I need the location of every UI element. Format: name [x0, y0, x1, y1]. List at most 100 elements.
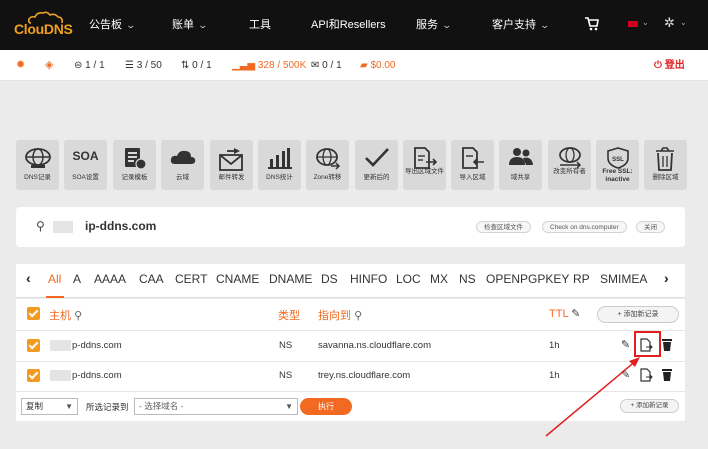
- globe-transfer-icon: [316, 148, 341, 170]
- logout-button[interactable]: ⏻ 登出: [654, 50, 685, 81]
- export-file-icon: [414, 147, 438, 169]
- nav-support[interactable]: 客户支持 ⌄: [492, 0, 551, 50]
- row-divider: [16, 330, 685, 331]
- check-on-dns-computer-button[interactable]: Check on dns.computer: [542, 221, 627, 233]
- tile-cloud-domains[interactable]: 云域: [161, 140, 204, 190]
- cloud-icon: [170, 150, 196, 164]
- settings-gear-icon[interactable]: ✹: [16, 50, 25, 81]
- cloudns-logo[interactable]: ClouDNS: [14, 11, 74, 41]
- envelope-icon: [219, 148, 243, 171]
- tile-export-zone[interactable]: 导出区域文件: [403, 140, 446, 190]
- logo-text: ClouDNS: [14, 21, 73, 37]
- badge-icon[interactable]: ◈: [45, 50, 53, 81]
- language-flag-icon[interactable]: [628, 21, 638, 27]
- record-type-tabs: ‹ All A AAAA CAA CERT CNAME DNAME DS HIN…: [16, 264, 685, 298]
- tab-ds[interactable]: DS: [321, 272, 338, 286]
- zone-search-card: ⚲ ip-ddns.com 检查区域文件 Check on dns.comput…: [16, 207, 685, 247]
- row-host: p-ddns.com: [72, 370, 122, 381]
- chevron-down-icon: ⌄: [680, 18, 687, 27]
- caret-down-icon: ▼: [285, 402, 293, 411]
- annotation-arrow-icon: [545, 357, 640, 437]
- header-type: 类型: [278, 310, 300, 322]
- chevron-down-icon: ⌄: [125, 20, 137, 30]
- tab-rp[interactable]: RP: [573, 272, 590, 286]
- row-checkbox[interactable]: [27, 339, 40, 352]
- close-button[interactable]: 关闭: [636, 221, 665, 233]
- redacted-block: [50, 340, 71, 351]
- tile-dns-stats[interactable]: DNS统计: [258, 140, 301, 190]
- gear-icon[interactable]: ✲: [664, 15, 675, 31]
- row-checkbox[interactable]: [27, 369, 40, 382]
- tab-cert[interactable]: CERT: [175, 272, 207, 286]
- tab-hinfo[interactable]: HINFO: [350, 272, 387, 286]
- tab-mx[interactable]: MX: [430, 272, 448, 286]
- row-points-to: trey.ns.cloudflare.com: [318, 370, 411, 381]
- mail-counter[interactable]: ✉ 0 / 1: [311, 50, 342, 81]
- tab-loc[interactable]: LOC: [396, 272, 421, 286]
- header-host: 主机 ⚲: [49, 310, 83, 322]
- tab-smimea[interactable]: SMIMEA: [600, 272, 647, 286]
- top-nav: ClouDNS 公告板 ⌄ 账单 ⌄ 工具 API和Resellers 服务 ⌄ 客户…: [0, 0, 708, 50]
- tile-domain-share[interactable]: 域共享: [499, 140, 542, 190]
- nav-tools[interactable]: 工具: [249, 0, 271, 50]
- soa-text-icon: SOA: [72, 149, 99, 163]
- tile-soa-settings[interactable]: SOA SOA设置: [64, 140, 107, 190]
- check-zone-file-button[interactable]: 检查区域文件: [476, 221, 531, 233]
- users-icon: [509, 148, 533, 165]
- execute-button[interactable]: 执行: [300, 398, 352, 415]
- row-type: NS: [279, 340, 293, 351]
- chevron-down-icon: ⌄: [441, 20, 453, 30]
- tab-all[interactable]: All: [48, 272, 61, 286]
- tab-aaaa[interactable]: AAAA: [94, 272, 126, 286]
- search-icon[interactable]: ⚲: [36, 219, 45, 233]
- tile-import-zone[interactable]: 导入区域: [451, 140, 494, 190]
- stats-counter[interactable]: ▁▃▅ 328 / 500K: [232, 50, 306, 81]
- row-type: NS: [279, 370, 293, 381]
- nav-bulletin[interactable]: 公告板 ⌄: [89, 0, 137, 50]
- chevron-down-icon: ⌄: [642, 18, 649, 27]
- tile-updated[interactable]: 更新后的: [355, 140, 398, 190]
- nav-services[interactable]: 服务 ⌄: [416, 0, 453, 50]
- svg-text:SSL: SSL: [612, 157, 624, 163]
- tile-dns-records[interactable]: DNS记录: [16, 140, 59, 190]
- tab-caa[interactable]: CAA: [139, 272, 164, 286]
- account-status-bar: ✹ ◈ ⊜ 1 / 1 ☰ 3 / 50 ⇅ 0 / 1 ▁▃▅ 328 / 5…: [0, 50, 708, 81]
- tab-cname[interactable]: CNAME: [216, 272, 259, 286]
- zone-domain: ip-ddns.com: [85, 219, 157, 233]
- nav-api-resellers[interactable]: API和Resellers: [311, 0, 386, 50]
- select-all-checkbox[interactable]: [27, 307, 40, 320]
- chevron-down-icon: ⌄: [197, 20, 209, 30]
- tab-openpgpkey[interactable]: OPENPGPKEY: [486, 272, 569, 286]
- transfers-counter[interactable]: ⇅ 0 / 1: [181, 50, 212, 81]
- bulk-action-select[interactable]: 复制 ▼: [21, 398, 78, 415]
- row-points-to: savanna.ns.cloudflare.com: [318, 340, 432, 351]
- tile-free-ssl[interactable]: SSL Free SSL: inactive: [596, 140, 639, 190]
- chevron-down-icon: ⌄: [539, 20, 551, 30]
- row-host: p-ddns.com: [72, 340, 122, 351]
- tab-a[interactable]: A: [73, 272, 81, 286]
- delete-record-icon[interactable]: [662, 338, 672, 351]
- tile-mail-forwarding[interactable]: 邮件转发: [210, 140, 253, 190]
- chevron-right-icon[interactable]: ›: [664, 270, 669, 286]
- records-counter[interactable]: ⊜ 1 / 1: [74, 50, 105, 81]
- tile-zone-transfer[interactable]: Zone转移: [306, 140, 349, 190]
- tile-delete-zone[interactable]: 删除区域: [644, 140, 687, 190]
- import-file-icon: [462, 147, 484, 169]
- tile-record-templates[interactable]: 记录模板: [113, 140, 156, 190]
- tile-change-owner[interactable]: 改变所有者: [548, 140, 591, 190]
- selected-records-label: 所选记录到: [86, 402, 129, 412]
- tab-ns[interactable]: NS: [459, 272, 476, 286]
- zones-counter[interactable]: ☰ 3 / 50: [125, 50, 162, 81]
- tab-dname[interactable]: DNAME: [269, 272, 312, 286]
- cart-icon[interactable]: [585, 17, 599, 31]
- delete-record-icon[interactable]: [662, 368, 672, 381]
- trash-icon: [656, 147, 674, 171]
- balance[interactable]: ▰ $0.00: [360, 50, 396, 81]
- domain-select[interactable]: - 选择域名 - ▼: [134, 398, 298, 415]
- chevron-left-icon[interactable]: ‹: [26, 270, 31, 286]
- checkmark-icon: [365, 148, 389, 167]
- add-record-button-top[interactable]: + 添加新记录: [597, 306, 679, 323]
- nav-billing[interactable]: 账单 ⌄: [172, 0, 209, 50]
- header-points-to: 指向到 ⚲: [318, 310, 363, 322]
- search-icon: ⚲: [74, 310, 83, 322]
